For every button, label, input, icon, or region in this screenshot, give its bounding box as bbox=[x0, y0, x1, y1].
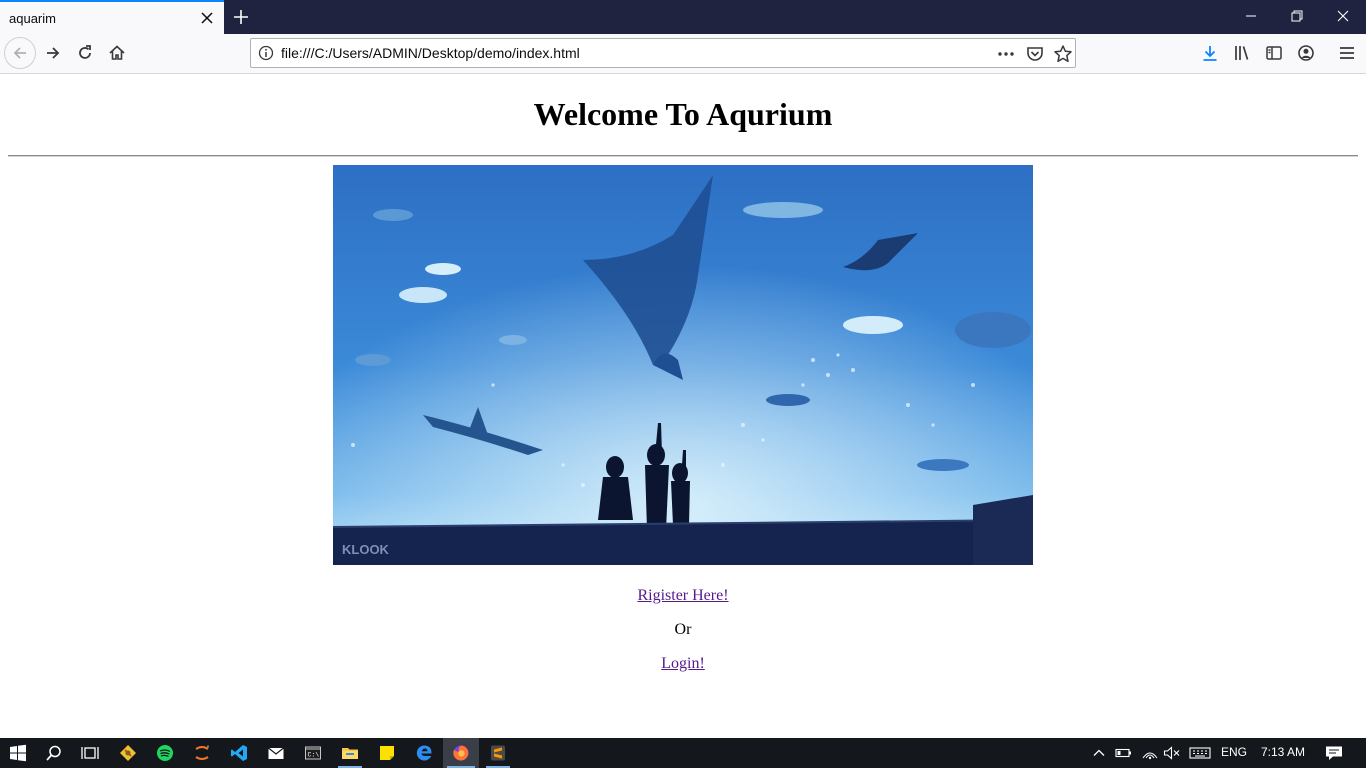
file-explorer-icon[interactable] bbox=[332, 738, 368, 768]
action-center-notification-icon[interactable] bbox=[1322, 738, 1346, 768]
search-icon[interactable] bbox=[36, 738, 72, 768]
sidebar-icon[interactable] bbox=[1259, 38, 1289, 68]
windows-taskbar: C:\ ENG 7:13 AM bbox=[0, 738, 1366, 768]
pocket-icon[interactable] bbox=[1025, 44, 1045, 64]
back-arrow-icon[interactable] bbox=[4, 37, 36, 69]
hamburger-menu-icon[interactable] bbox=[1332, 38, 1362, 68]
page-actions-menu-icon[interactable] bbox=[996, 44, 1016, 64]
tab-title: aquarim bbox=[9, 11, 56, 26]
page-heading: Welcome To Aqurium bbox=[533, 96, 833, 132]
wifi-icon[interactable] bbox=[1138, 738, 1162, 768]
windows-start-icon[interactable] bbox=[0, 738, 36, 768]
tab-close-icon[interactable] bbox=[198, 9, 216, 27]
new-tab-plus-icon[interactable] bbox=[231, 7, 251, 27]
site-info-icon[interactable] bbox=[258, 45, 274, 61]
sticky-notes-icon[interactable] bbox=[369, 738, 405, 768]
library-icon[interactable] bbox=[1227, 38, 1257, 68]
restore-window-icon[interactable] bbox=[1274, 0, 1320, 32]
or-text: Or bbox=[674, 621, 692, 638]
aquarium-image: KLOOK bbox=[333, 165, 1033, 565]
mail-icon[interactable] bbox=[258, 738, 294, 768]
forward-arrow-icon[interactable] bbox=[38, 38, 68, 68]
show-hidden-icons-chevron-icon[interactable] bbox=[1088, 738, 1110, 768]
jupyter-icon[interactable] bbox=[184, 738, 220, 768]
image-watermark: KLOOK bbox=[342, 542, 390, 557]
touch-keyboard-icon[interactable] bbox=[1186, 738, 1214, 768]
spotify-icon[interactable] bbox=[147, 738, 183, 768]
minimize-window-icon[interactable] bbox=[1228, 0, 1274, 32]
bookmark-star-icon[interactable] bbox=[1053, 44, 1073, 64]
register-link-row: Rigister Here! bbox=[0, 587, 1366, 605]
terminal-icon[interactable]: C:\ bbox=[295, 738, 331, 768]
login-link-row: Login! bbox=[0, 655, 1366, 673]
volume-muted-icon[interactable] bbox=[1160, 738, 1184, 768]
close-window-icon[interactable] bbox=[1320, 0, 1366, 32]
sublime-text-icon[interactable] bbox=[480, 738, 516, 768]
reload-icon[interactable] bbox=[70, 38, 100, 68]
address-bar[interactable]: file:///C:/Users/ADMIN/Desktop/demo/inde… bbox=[250, 38, 1076, 68]
browser-tab[interactable]: aquarim bbox=[0, 0, 224, 34]
edge-icon[interactable] bbox=[406, 738, 442, 768]
register-link[interactable]: Rigister Here! bbox=[637, 587, 728, 604]
firefox-icon[interactable] bbox=[443, 738, 479, 768]
navigation-toolbar: file:///C:/Users/ADMIN/Desktop/demo/inde… bbox=[0, 34, 1366, 74]
svg-text:C:\: C:\ bbox=[308, 752, 320, 759]
system-clock[interactable]: 7:13 AM bbox=[1261, 745, 1305, 759]
battery-icon[interactable] bbox=[1112, 738, 1136, 768]
task-view-icon[interactable] bbox=[72, 738, 108, 768]
git-icon[interactable] bbox=[110, 738, 146, 768]
browser-titlebar: aquarim bbox=[0, 0, 1366, 34]
account-icon[interactable] bbox=[1291, 38, 1321, 68]
downloads-icon[interactable] bbox=[1195, 38, 1225, 68]
home-icon[interactable] bbox=[102, 38, 132, 68]
page-content: Welcome To Aqurium KLOOK Rigister Here! … bbox=[0, 74, 1366, 738]
vscode-icon[interactable] bbox=[221, 738, 257, 768]
input-language-indicator[interactable]: ENG bbox=[1221, 745, 1247, 759]
login-link[interactable]: Login! bbox=[661, 655, 705, 672]
horizontal-rule bbox=[8, 155, 1358, 157]
url-text[interactable]: file:///C:/Users/ADMIN/Desktop/demo/inde… bbox=[281, 45, 580, 61]
